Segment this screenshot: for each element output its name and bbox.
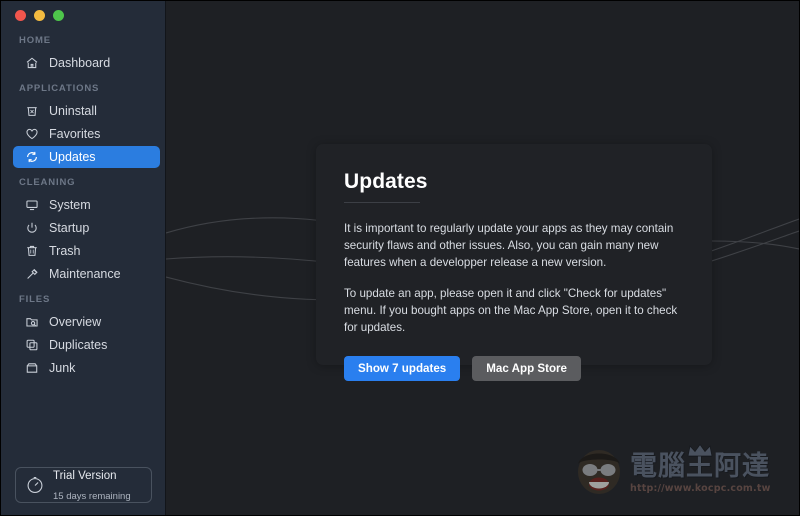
sidebar-item-label: Updates bbox=[49, 149, 96, 164]
trash-icon bbox=[23, 244, 40, 259]
heart-icon bbox=[23, 127, 40, 142]
sidebar-section-cleaning: CLEANING bbox=[19, 177, 76, 188]
copy-icon bbox=[23, 338, 40, 353]
sidebar: HOME Dashboard APPLICATIONS Uninstall Fa… bbox=[1, 1, 166, 515]
timer-icon bbox=[25, 475, 45, 495]
sidebar-item-maintenance[interactable]: Maintenance bbox=[13, 263, 160, 285]
sidebar-item-label: Maintenance bbox=[49, 266, 121, 281]
watermark-text-value: 電腦王阿達 bbox=[630, 450, 770, 482]
sidebar-section-home: HOME bbox=[19, 35, 51, 46]
crown-icon bbox=[687, 443, 713, 456]
card-paragraph-1: It is important to regularly update your… bbox=[344, 222, 674, 269]
sidebar-item-label: Startup bbox=[49, 220, 90, 235]
sidebar-item-duplicates[interactable]: Duplicates bbox=[13, 334, 160, 356]
watermark: 電腦王阿達 http://www.kocpc.com.tw bbox=[572, 443, 787, 501]
trial-version-badge[interactable]: Trial Version 15 days remaining bbox=[15, 467, 152, 503]
sidebar-item-uninstall[interactable]: Uninstall bbox=[13, 100, 160, 122]
sidebar-section-files: FILES bbox=[19, 294, 51, 305]
window-traffic-lights bbox=[15, 10, 64, 21]
sidebar-item-trash[interactable]: Trash bbox=[13, 240, 160, 262]
close-button[interactable] bbox=[15, 10, 26, 21]
app-window: HOME Dashboard APPLICATIONS Uninstall Fa… bbox=[0, 0, 800, 516]
sidebar-item-label: System bbox=[49, 197, 91, 212]
refresh-icon bbox=[23, 150, 40, 165]
watermark-face-icon bbox=[572, 446, 626, 501]
sidebar-item-updates[interactable]: Updates bbox=[13, 146, 160, 168]
watermark-url: http://www.kocpc.com.tw bbox=[630, 482, 771, 494]
main-content: Updates It is important to regularly upd… bbox=[166, 1, 799, 515]
hammer-icon bbox=[23, 267, 40, 282]
box-icon bbox=[23, 361, 40, 376]
uninstall-bin-icon bbox=[23, 104, 40, 119]
sidebar-item-label: Dashboard bbox=[49, 55, 111, 70]
minimize-button[interactable] bbox=[34, 10, 45, 21]
sidebar-item-dashboard[interactable]: Dashboard bbox=[13, 52, 160, 74]
sidebar-item-label: Trash bbox=[49, 243, 81, 258]
title-underline bbox=[344, 202, 420, 204]
sidebar-item-label: Overview bbox=[49, 314, 102, 329]
power-icon bbox=[23, 221, 40, 236]
trial-title: Trial Version bbox=[53, 470, 117, 482]
updates-card: Updates It is important to regularly upd… bbox=[316, 144, 712, 381]
mac-app-store-button[interactable]: Mac App Store bbox=[472, 355, 582, 381]
show-updates-button[interactable]: Show 7 updates bbox=[344, 355, 461, 381]
sidebar-item-system[interactable]: System bbox=[13, 194, 160, 216]
zoom-button[interactable] bbox=[53, 10, 64, 21]
sidebar-item-label: Junk bbox=[49, 360, 76, 375]
sidebar-item-label: Duplicates bbox=[49, 337, 108, 352]
sidebar-item-favorites[interactable]: Favorites bbox=[13, 123, 160, 145]
sidebar-item-label: Favorites bbox=[49, 126, 101, 141]
page-title: Updates bbox=[344, 170, 428, 193]
card-actions: Show 7 updates Mac App Store bbox=[344, 355, 684, 381]
sidebar-item-overview[interactable]: Overview bbox=[13, 311, 160, 333]
card-paragraph-2: To update an app, please open it and cli… bbox=[344, 287, 678, 335]
sidebar-item-junk[interactable]: Junk bbox=[13, 357, 160, 379]
sidebar-nav: HOME Dashboard APPLICATIONS Uninstall Fa… bbox=[1, 27, 165, 380]
sidebar-item-label: Uninstall bbox=[49, 103, 97, 118]
monitor-icon bbox=[23, 198, 40, 213]
watermark-text: 電腦王阿達 bbox=[630, 443, 770, 482]
sidebar-item-startup[interactable]: Startup bbox=[13, 217, 160, 239]
sidebar-section-applications: APPLICATIONS bbox=[19, 83, 100, 94]
home-icon bbox=[23, 56, 40, 71]
folder-search-icon bbox=[23, 315, 40, 330]
trial-subtitle: 15 days remaining bbox=[53, 491, 131, 502]
